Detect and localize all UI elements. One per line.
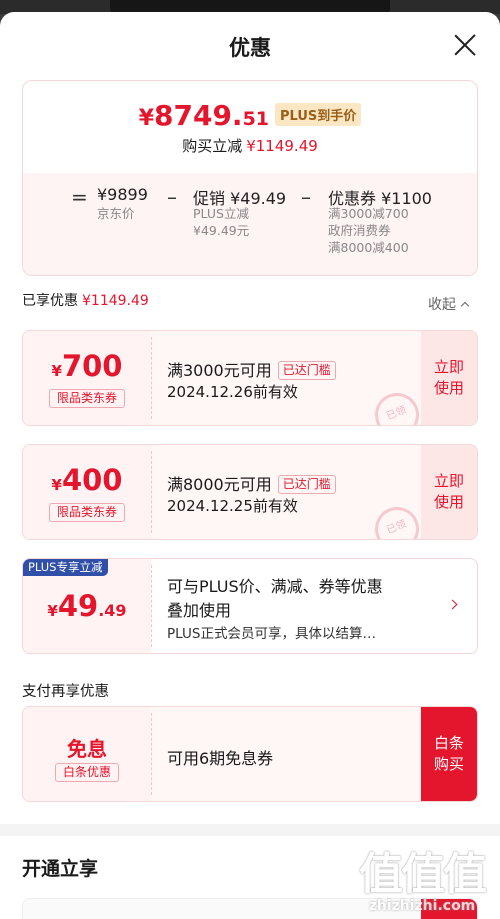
plus-amount: ¥49.49 [47, 589, 127, 623]
minus-sign: – [167, 185, 177, 209]
installment-desc: 可用6期免息券 [167, 749, 274, 768]
final-price: ¥8749.51 PLUS到手价 [23, 99, 477, 132]
use-now-button[interactable]: 立即 使用 [421, 445, 477, 539]
interest-free-label: 免息 [67, 737, 107, 761]
collapse-toggle[interactable]: 收起 [428, 294, 470, 314]
plus-offer-card[interactable]: PLUS专享立减 ¥49.49 可与PLUS价、满减、券等优惠 叠加使用 PLU… [22, 558, 478, 654]
coupon-condition: 满3000元可用 已达门槛 [167, 357, 336, 381]
enjoyed-value: ¥1149.49 [82, 293, 149, 309]
coupon-category: 限品类东券 [49, 503, 125, 522]
final-price-int: 8749. [154, 99, 243, 132]
jd-price-label: 京东价 [97, 206, 135, 221]
coupon-sub: 满3000减700 [328, 206, 409, 221]
coupon-expiry: 2024.12.26前有效 [167, 383, 298, 401]
coupon-expiry: 2024.12.25前有效 [167, 497, 298, 515]
threshold-met-badge: 已达门槛 [277, 475, 336, 494]
plus-price-tag: PLUS到手价 [275, 103, 362, 126]
coupon-amount: ¥700 [51, 349, 123, 383]
plus-desc-line: 叠加使用 [167, 601, 232, 620]
enjoyed-discount: 已享优惠 ¥1149.49 [22, 293, 149, 309]
minus-sign: – [301, 185, 311, 209]
coupon-card: ¥700 限品类东券 满3000元可用 已达门槛 2024.12.26前有效 已领… [22, 330, 478, 426]
watermark-logo: 值值值 zhizhizhi.com [359, 849, 487, 914]
open-section-title: 开通立享 [22, 858, 99, 880]
jd-price: ¥9899 [97, 185, 148, 204]
threshold-met-badge: 已达门槛 [277, 361, 336, 380]
final-price-dec: 51 [242, 108, 270, 130]
promo-sub-value: ¥49.49元 [193, 223, 250, 238]
coupon-card: ¥400 限品类东券 满8000元可用 已达门槛 2024.12.25前有效 已领… [22, 444, 478, 540]
purchase-reduction: 购买立减 ¥1149.49 [182, 137, 318, 155]
installment-card: 免息 白条优惠 可用6期免息券 白条 购买 [22, 706, 478, 802]
promo-sub: PLUS立减 [193, 206, 249, 221]
baitiao-buy-button[interactable]: 白条 购买 [421, 707, 477, 801]
close-icon[interactable] [452, 32, 478, 58]
coupon-category: 限品类东券 [49, 389, 125, 408]
baitiao-tag: 白条优惠 [55, 763, 119, 782]
coupon-condition: 满8000元可用 已达门槛 [167, 471, 336, 495]
plus-desc-note: PLUS正式会员可享，具体以结算… [167, 626, 376, 642]
sheet-title: 优惠 [229, 36, 271, 60]
reduction-value: ¥1149.49 [246, 137, 318, 155]
equals-sign: = [71, 185, 88, 209]
payment-section-title: 支付再享优惠 [22, 684, 109, 700]
coupon-amount: ¥400 [51, 463, 123, 497]
plus-desc-line: 可与PLUS价、满减、券等优惠 [167, 577, 383, 596]
coupon-sub: 政府消费券 [328, 223, 391, 238]
use-now-button[interactable]: 立即 使用 [421, 331, 477, 425]
section-separator [0, 824, 500, 836]
chevron-up-icon [460, 301, 470, 311]
coupon-sub: 满8000减400 [328, 240, 409, 255]
plus-exclusive-badge: PLUS专享立减 [23, 559, 108, 576]
discount-sheet: 优惠 ¥8749.51 PLUS到手价 购买立减 ¥1149.49 = ¥9899 … [0, 12, 500, 919]
chevron-right-icon[interactable] [447, 599, 458, 610]
price-summary-card: ¥8749.51 PLUS到手价 购买立减 ¥1149.49 = ¥9899 京东价… [22, 80, 478, 276]
